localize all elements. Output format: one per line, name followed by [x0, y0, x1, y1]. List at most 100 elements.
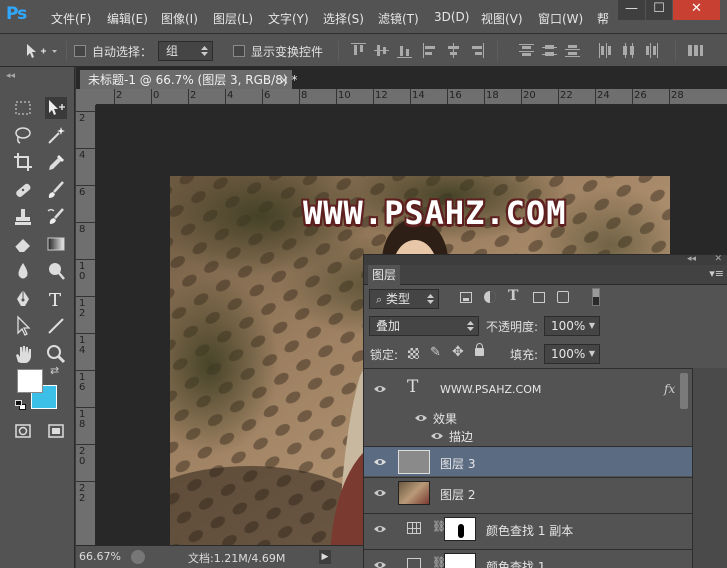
- horizontal-ruler[interactable]: 2 0 2 4 6 8 10 12 14 16 18 20 22 24 26 28: [96, 89, 727, 105]
- clone-stamp-tool-icon[interactable]: [12, 206, 34, 228]
- collapse-tools-icon[interactable]: ◂◂: [6, 71, 15, 81]
- quick-mask-icon[interactable]: [12, 420, 34, 442]
- minimize-button[interactable]: —: [618, 0, 645, 20]
- type-tool-icon[interactable]: T: [45, 288, 67, 311]
- panel-menu-icon[interactable]: ▾≡: [709, 267, 724, 280]
- distribute-hcenter-icon[interactable]: [621, 43, 636, 58]
- fill-input[interactable]: 100% ▼: [544, 344, 600, 364]
- tool-preset-picker[interactable]: [24, 42, 60, 60]
- move-tool-icon[interactable]: [45, 97, 67, 119]
- layer-effects-row[interactable]: 效果: [364, 408, 692, 426]
- swap-colors-icon[interactable]: ⇄: [50, 364, 59, 377]
- close-panel-icon[interactable]: ✕: [714, 254, 722, 264]
- menu-type[interactable]: 文字(Y): [268, 10, 309, 27]
- distribute-vcenter-icon[interactable]: [542, 43, 557, 58]
- auto-select-dropdown[interactable]: 组: [158, 41, 213, 61]
- lock-transparent-icon[interactable]: [408, 348, 419, 359]
- filter-pixel-icon[interactable]: [460, 292, 472, 303]
- layer-row[interactable]: ⛓ 颜色查找 1 副本: [364, 513, 692, 543]
- menu-edit[interactable]: 编辑(E): [107, 10, 148, 27]
- visibility-eye-icon[interactable]: [374, 383, 386, 393]
- align-hcenter-icon[interactable]: [446, 43, 461, 58]
- filter-adjustment-icon[interactable]: [484, 291, 496, 303]
- pen-tool-icon[interactable]: [12, 288, 34, 310]
- lock-pixels-icon[interactable]: ✎: [430, 345, 441, 360]
- close-button[interactable]: ✕: [673, 0, 720, 20]
- distribute-left-icon[interactable]: [598, 43, 613, 58]
- visibility-eye-icon[interactable]: [415, 412, 427, 422]
- marquee-tool-icon[interactable]: [12, 97, 34, 119]
- menu-help[interactable]: 帮: [597, 10, 609, 27]
- visibility-eye-icon[interactable]: [374, 523, 386, 533]
- zoom-tool-icon[interactable]: [45, 343, 67, 365]
- eraser-tool-icon[interactable]: [12, 233, 34, 255]
- healing-brush-tool-icon[interactable]: [12, 179, 34, 201]
- distribute-top-icon[interactable]: [519, 43, 534, 58]
- blur-tool-icon[interactable]: [12, 260, 34, 282]
- maximize-button[interactable]: ☐: [646, 0, 672, 20]
- filter-shape-icon[interactable]: [533, 292, 545, 303]
- filter-kind-dropdown[interactable]: ⌕ 类型: [369, 289, 439, 309]
- visibility-eye-icon[interactable]: [374, 487, 386, 497]
- dodge-tool-icon[interactable]: [45, 260, 67, 282]
- magic-wand-tool-icon[interactable]: [45, 124, 67, 146]
- layer-row-selected[interactable]: 图层 3: [364, 446, 692, 476]
- crop-tool-icon[interactable]: [12, 151, 34, 173]
- line-tool-icon[interactable]: [45, 315, 67, 337]
- distribute-right-icon[interactable]: [644, 43, 659, 58]
- close-tab-button[interactable]: ×: [279, 70, 289, 90]
- gradient-tool-icon[interactable]: [45, 233, 67, 255]
- vertical-ruler[interactable]: 2 4 6 8 10 12 14 16 18 20 22: [76, 105, 96, 545]
- history-brush-tool-icon[interactable]: [45, 206, 67, 228]
- menu-filter[interactable]: 滤镜(T): [378, 10, 419, 27]
- menu-3d[interactable]: 3D(D): [434, 10, 469, 24]
- auto-select-checkbox[interactable]: [74, 45, 86, 57]
- align-right-icon[interactable]: [469, 43, 484, 58]
- align-top-icon[interactable]: [351, 43, 366, 58]
- menu-file[interactable]: 文件(F): [51, 10, 91, 27]
- show-transform-checkbox[interactable]: [233, 45, 245, 57]
- layer-effect-stroke-row[interactable]: 描边: [364, 426, 692, 444]
- collapse-panel-icon[interactable]: ◂◂: [687, 254, 696, 264]
- tab-layers[interactable]: 图层: [368, 265, 400, 285]
- path-selection-tool-icon[interactable]: [12, 315, 34, 337]
- opacity-input[interactable]: 100% ▼: [544, 316, 600, 336]
- visibility-eye-icon[interactable]: [374, 559, 386, 568]
- foreground-color-swatch[interactable]: [17, 369, 43, 393]
- status-menu-arrow-icon[interactable]: ▶: [319, 550, 331, 564]
- menu-view[interactable]: 视图(V): [481, 10, 523, 27]
- layer-row-text[interactable]: T WWW.PSAHZ.COM fx: [364, 368, 692, 408]
- blend-mode-dropdown[interactable]: 叠加: [369, 316, 479, 336]
- status-icon[interactable]: [131, 550, 145, 564]
- filter-toggle-switch[interactable]: [592, 288, 600, 306]
- lasso-tool-icon[interactable]: [12, 124, 34, 146]
- layers-scrollbar-thumb[interactable]: [680, 373, 688, 409]
- ruler-origin[interactable]: [76, 89, 96, 105]
- default-colors-icon[interactable]: [15, 400, 27, 411]
- menu-layer[interactable]: 图层(L): [213, 10, 253, 27]
- menu-select[interactable]: 选择(S): [323, 10, 364, 27]
- filter-type-icon[interactable]: T: [508, 288, 518, 304]
- layers-scrollbar-track[interactable]: [692, 368, 727, 568]
- lock-position-icon[interactable]: ✥: [452, 344, 464, 360]
- eyedropper-tool-icon[interactable]: [45, 151, 67, 173]
- lock-all-icon[interactable]: [475, 343, 484, 356]
- filter-smart-object-icon[interactable]: [557, 291, 569, 303]
- zoom-level[interactable]: 66.67%: [79, 550, 121, 563]
- fx-badge[interactable]: fx: [664, 382, 675, 396]
- visibility-eye-icon[interactable]: [374, 456, 386, 466]
- align-vcenter-icon[interactable]: [374, 43, 389, 58]
- document-tab[interactable]: 未标题-1 @ 66.7% (图层 3, RGB/8) * ×: [80, 70, 297, 90]
- layer-row[interactable]: ⛓ 颜色查找 1: [364, 549, 692, 568]
- hand-tool-icon[interactable]: [12, 343, 34, 365]
- visibility-eye-icon[interactable]: [431, 430, 443, 440]
- distribute-bottom-icon[interactable]: [565, 43, 580, 58]
- auto-align-icon[interactable]: [688, 43, 703, 58]
- menu-image[interactable]: 图像(I): [161, 10, 198, 27]
- layer-row[interactable]: 图层 2: [364, 477, 692, 507]
- align-left-icon[interactable]: [423, 43, 438, 58]
- menu-window[interactable]: 窗口(W): [538, 10, 583, 27]
- brush-tool-icon[interactable]: [45, 179, 67, 201]
- screen-mode-icon[interactable]: [45, 420, 67, 442]
- align-bottom-icon[interactable]: [397, 43, 412, 58]
